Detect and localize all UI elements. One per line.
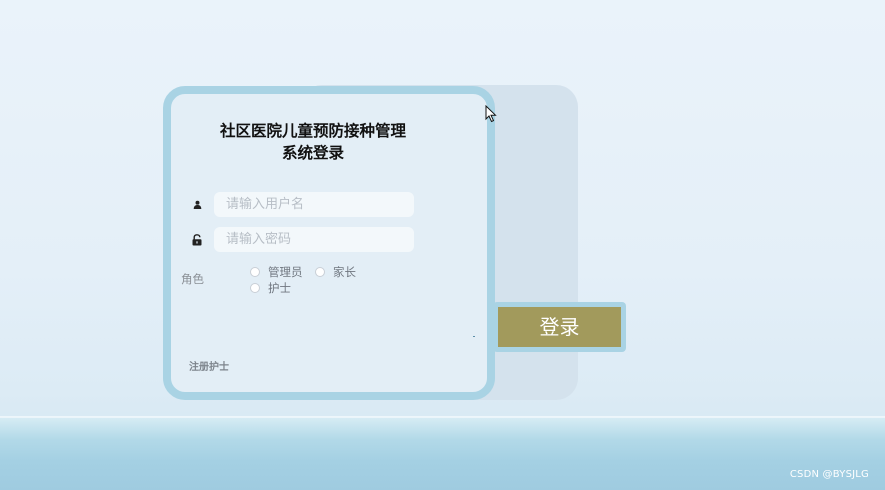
user-icon-svg	[193, 200, 201, 209]
login-button-frame: 登录	[493, 302, 626, 352]
decorative-dot	[473, 336, 475, 337]
role-nurse-label: 护士	[268, 281, 291, 295]
lock-icon	[189, 232, 205, 248]
password-input[interactable]	[214, 227, 414, 252]
role-radio-admin[interactable]: 管理员	[250, 264, 303, 280]
login-button[interactable]: 登录	[498, 307, 621, 347]
role-parent-label: 家长	[333, 265, 356, 279]
login-page: 社区医院儿童预防接种管理 系统登录 角色	[0, 0, 885, 490]
login-title-line2: 系统登录	[281, 144, 344, 162]
sea-background	[0, 418, 885, 490]
radio-circle-admin[interactable]	[250, 267, 260, 277]
login-card: 社区医院儿童预防接种管理 系统登录 角色	[163, 86, 495, 400]
watermark: CSDN @BYSJLG	[789, 469, 869, 480]
radio-circle-parent[interactable]	[315, 267, 325, 277]
role-label: 角色	[181, 272, 204, 286]
username-row	[189, 192, 414, 217]
radio-circle-nurse[interactable]	[250, 283, 260, 293]
role-radio-parent[interactable]: 家长	[315, 264, 356, 280]
username-input[interactable]	[214, 192, 414, 217]
password-row	[189, 227, 414, 252]
role-admin-label: 管理员	[268, 265, 303, 279]
login-title: 社区医院儿童预防接种管理 系统登录	[193, 120, 433, 164]
mouse-pointer-icon	[485, 105, 497, 123]
user-icon	[189, 197, 205, 213]
register-nurse-link[interactable]: 注册护士	[189, 358, 229, 373]
role-radio-nurse[interactable]: 护士	[250, 280, 291, 296]
lock-icon-svg	[192, 233, 202, 245]
login-title-line1: 社区医院儿童预防接种管理	[219, 122, 406, 140]
